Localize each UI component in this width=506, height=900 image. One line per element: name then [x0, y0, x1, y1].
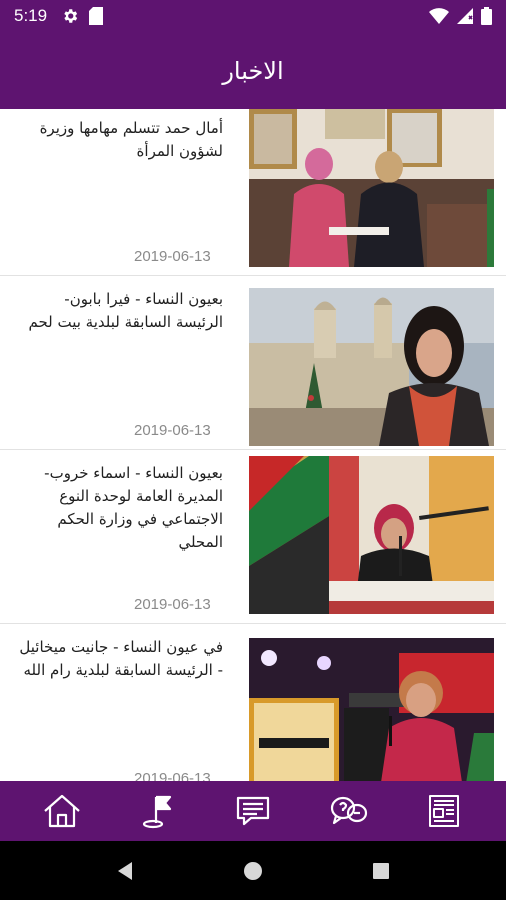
- bottom-navigation: [0, 781, 506, 841]
- news-thumbnail[interactable]: [249, 288, 494, 446]
- news-thumbnail[interactable]: [249, 638, 494, 781]
- news-date: 2019-06-13: [134, 770, 211, 781]
- status-bar: 5:19: [0, 0, 506, 32]
- recents-icon[interactable]: [366, 856, 396, 886]
- news-title[interactable]: في عيون النساء - جانيت ميخائيل - الرئيسة…: [18, 636, 223, 682]
- page-title: الاخبار: [222, 56, 284, 85]
- gear-icon: [61, 7, 79, 25]
- status-right-icons: [429, 7, 492, 25]
- news-item[interactable]: في عيون النساء - جانيت ميخائيل - الرئيسة…: [0, 624, 506, 781]
- newspaper-icon: [426, 793, 462, 829]
- nav-locations[interactable]: [127, 783, 187, 839]
- news-date: 2019-06-13: [134, 422, 211, 439]
- question-chat-icon: [330, 794, 368, 828]
- back-icon[interactable]: [110, 856, 140, 886]
- news-item[interactable]: بعيون النساء - فيرا بابون- الرئيسة الساب…: [0, 276, 506, 450]
- news-title[interactable]: بعيون النساء - فيرا بابون- الرئيسة الساب…: [18, 288, 223, 334]
- status-left-icons: [61, 7, 104, 25]
- news-thumbnail[interactable]: [249, 456, 494, 614]
- signal-icon: [457, 8, 473, 24]
- news-list[interactable]: أمال حمد تتسلم مهامها وزيرة لشؤون المرأة…: [0, 109, 506, 781]
- news-item[interactable]: بعيون النساء - اسماء خروب- المديرة العام…: [0, 450, 506, 624]
- news-date: 2019-06-13: [134, 248, 211, 265]
- nav-news[interactable]: [414, 783, 474, 839]
- battery-icon: [481, 7, 492, 25]
- home-icon: [43, 793, 81, 829]
- nav-faq[interactable]: [319, 783, 379, 839]
- news-title[interactable]: أمال حمد تتسلم مهامها وزيرة لشؤون المرأة: [18, 117, 223, 163]
- nav-messages[interactable]: [223, 783, 283, 839]
- news-date: 2019-06-13: [134, 596, 211, 613]
- system-navigation-bar: [0, 841, 506, 900]
- app-bar: الاخبار: [0, 32, 506, 109]
- flag-pin-icon: [139, 793, 175, 829]
- nav-home[interactable]: [32, 783, 92, 839]
- wifi-icon: [429, 8, 449, 24]
- news-thumbnail[interactable]: [249, 109, 494, 267]
- news-title[interactable]: بعيون النساء - اسماء خروب- المديرة العام…: [18, 462, 223, 554]
- status-time: 5:19: [14, 6, 48, 25]
- home-button-icon[interactable]: [238, 856, 268, 886]
- news-item[interactable]: أمال حمد تتسلم مهامها وزيرة لشؤون المرأة…: [0, 109, 506, 276]
- message-icon: [235, 794, 271, 828]
- app-screen: 5:19 الاخبار أمال حمد تتسلم مهامها وزيرة…: [0, 0, 506, 900]
- sd-card-icon: [89, 7, 104, 25]
